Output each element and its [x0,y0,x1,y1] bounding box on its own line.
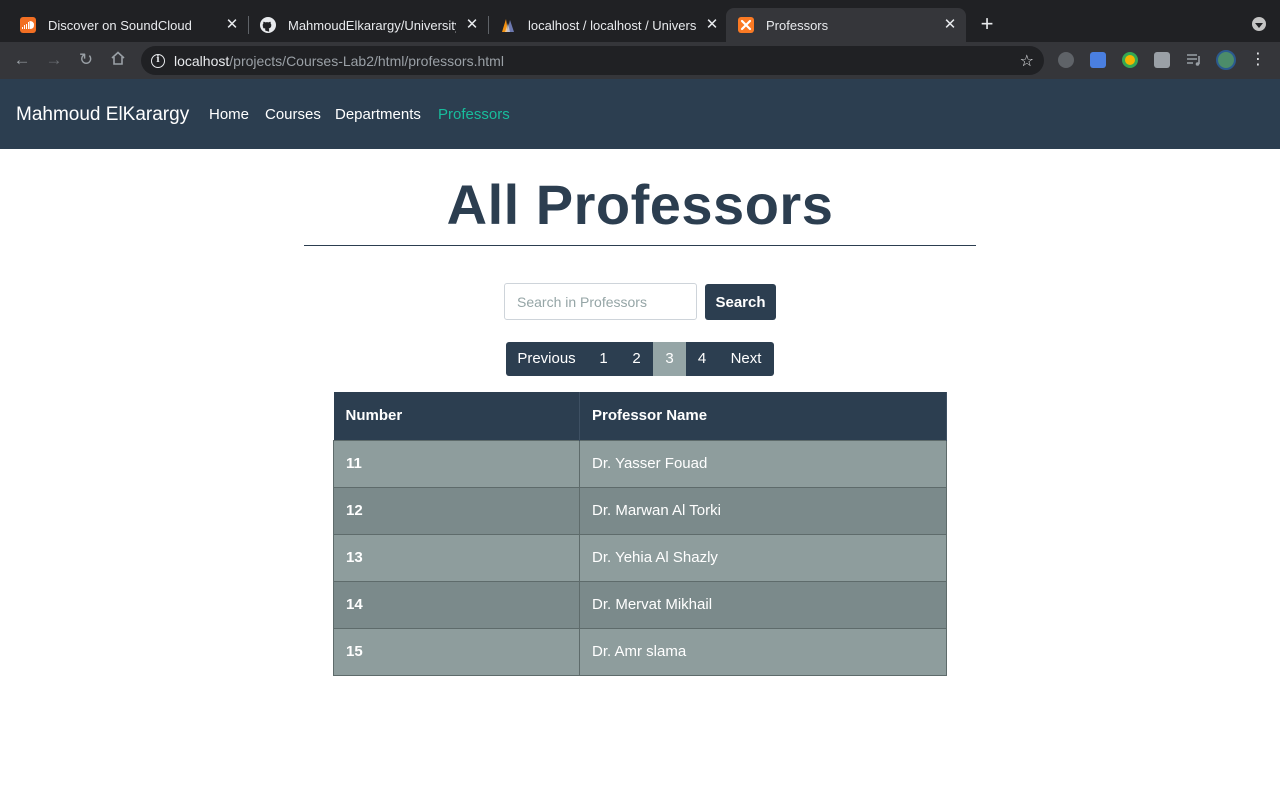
url-path: /projects/Courses-Lab2/html/professors.h… [229,52,504,69]
cell-professor-name: Dr. Amr slama [579,627,947,676]
soundcloud-icon [20,17,36,33]
tab-close-icon[interactable]: ✕ [224,17,240,33]
table-row: 14 Dr. Mervat Mikhail [333,580,947,628]
pagination-next[interactable]: Next [718,342,774,376]
back-icon[interactable]: ← [12,50,32,70]
cell-number: 12 [333,486,580,534]
browser-tab[interactable]: Discover on SoundCloud ✕ [8,8,248,42]
extension-icon[interactable] [1122,52,1138,68]
browser-tab[interactable]: MahmoudElkarargy/University- ✕ [248,8,488,42]
new-tab-icon[interactable]: + [976,13,998,35]
search-input[interactable] [504,283,697,320]
tab-search-icon[interactable] [1252,17,1266,31]
cell-professor-name: Dr. Yasser Fouad [579,439,947,487]
tab-close-icon[interactable]: ✕ [942,17,958,33]
pagination-page[interactable]: 2 [620,342,653,376]
professors-table: Number Professor Name 11 Dr. Yasser Foua… [333,392,947,676]
title-divider [304,245,976,246]
pagination: Previous 1 2 3 4 Next [506,342,774,376]
table-row: 12 Dr. Marwan Al Torki [333,486,947,534]
pagination-page[interactable]: 4 [686,342,718,376]
cell-number: 13 [333,533,580,581]
cell-number: 11 [333,439,580,487]
nav-link-courses[interactable]: Courses [265,106,321,123]
pagination-page[interactable]: 1 [587,342,620,376]
table-row: 13 Dr. Yehia Al Shazly [333,533,947,581]
media-control-icon[interactable] [1186,52,1202,68]
bookmark-star-icon[interactable]: ☆ [1020,51,1034,71]
cell-professor-name: Dr. Marwan Al Torki [579,486,947,534]
table-row: 11 Dr. Yasser Fouad [333,439,947,487]
profile-avatar[interactable] [1216,50,1236,70]
browser-tab-active[interactable]: Professors ✕ [726,8,966,42]
extension-icon[interactable] [1058,52,1074,68]
cell-number: 15 [333,627,580,676]
tab-close-icon[interactable]: ✕ [464,17,480,33]
puzzle-extensions-icon[interactable] [1154,52,1170,68]
navbar-brand[interactable]: Mahmoud ElKarargy [16,104,189,126]
browser-toolbar: ← → ↻ i localhost/projects/Courses-Lab2/… [0,42,1280,79]
tab-title: Professors [766,17,829,33]
table-header-row: Number Professor Name [333,392,947,440]
pagination-page-current[interactable]: 3 [653,342,686,376]
tab-close-icon[interactable]: ✕ [704,17,720,33]
nav-link-departments[interactable]: Departments [335,106,421,123]
reload-icon[interactable]: ↻ [76,50,96,70]
browser-tab-strip: Discover on SoundCloud ✕ MahmoudElkararg… [0,0,1280,42]
cell-professor-name: Dr. Mervat Mikhail [579,580,947,628]
cell-professor-name: Dr. Yehia Al Shazly [579,533,947,581]
cell-number: 14 [333,580,580,628]
search-button[interactable]: Search [705,284,776,320]
column-header-name: Professor Name [579,392,947,440]
column-header-number: Number [333,392,580,440]
site-navbar: Mahmoud ElKarargy Home Courses Departmen… [0,79,1280,149]
phpmyadmin-icon [500,17,516,33]
browser-tab[interactable]: localhost / localhost / Universit ✕ [488,8,728,42]
nav-link-home[interactable]: Home [209,106,249,123]
site-info-icon[interactable]: i [151,53,165,68]
translate-icon[interactable] [1090,52,1106,68]
tab-title: MahmoudElkarargy/University- [288,17,456,33]
xampp-icon [738,17,754,33]
browser-menu-icon[interactable]: ⋮ [1248,50,1268,70]
page-title: All Professors [446,173,834,236]
url-host: localhost [174,52,230,69]
forward-icon[interactable]: → [44,50,64,70]
table-row: 15 Dr. Amr slama [333,627,947,676]
home-icon[interactable] [108,50,128,70]
pagination-previous[interactable]: Previous [506,342,587,376]
address-bar[interactable]: i localhost/projects/Courses-Lab2/html/p… [141,46,1044,75]
tab-title: Discover on SoundCloud [48,17,192,33]
nav-link-professors[interactable]: Professors [438,106,510,123]
github-icon [260,17,276,33]
tab-title: localhost / localhost / Universit [528,17,696,33]
